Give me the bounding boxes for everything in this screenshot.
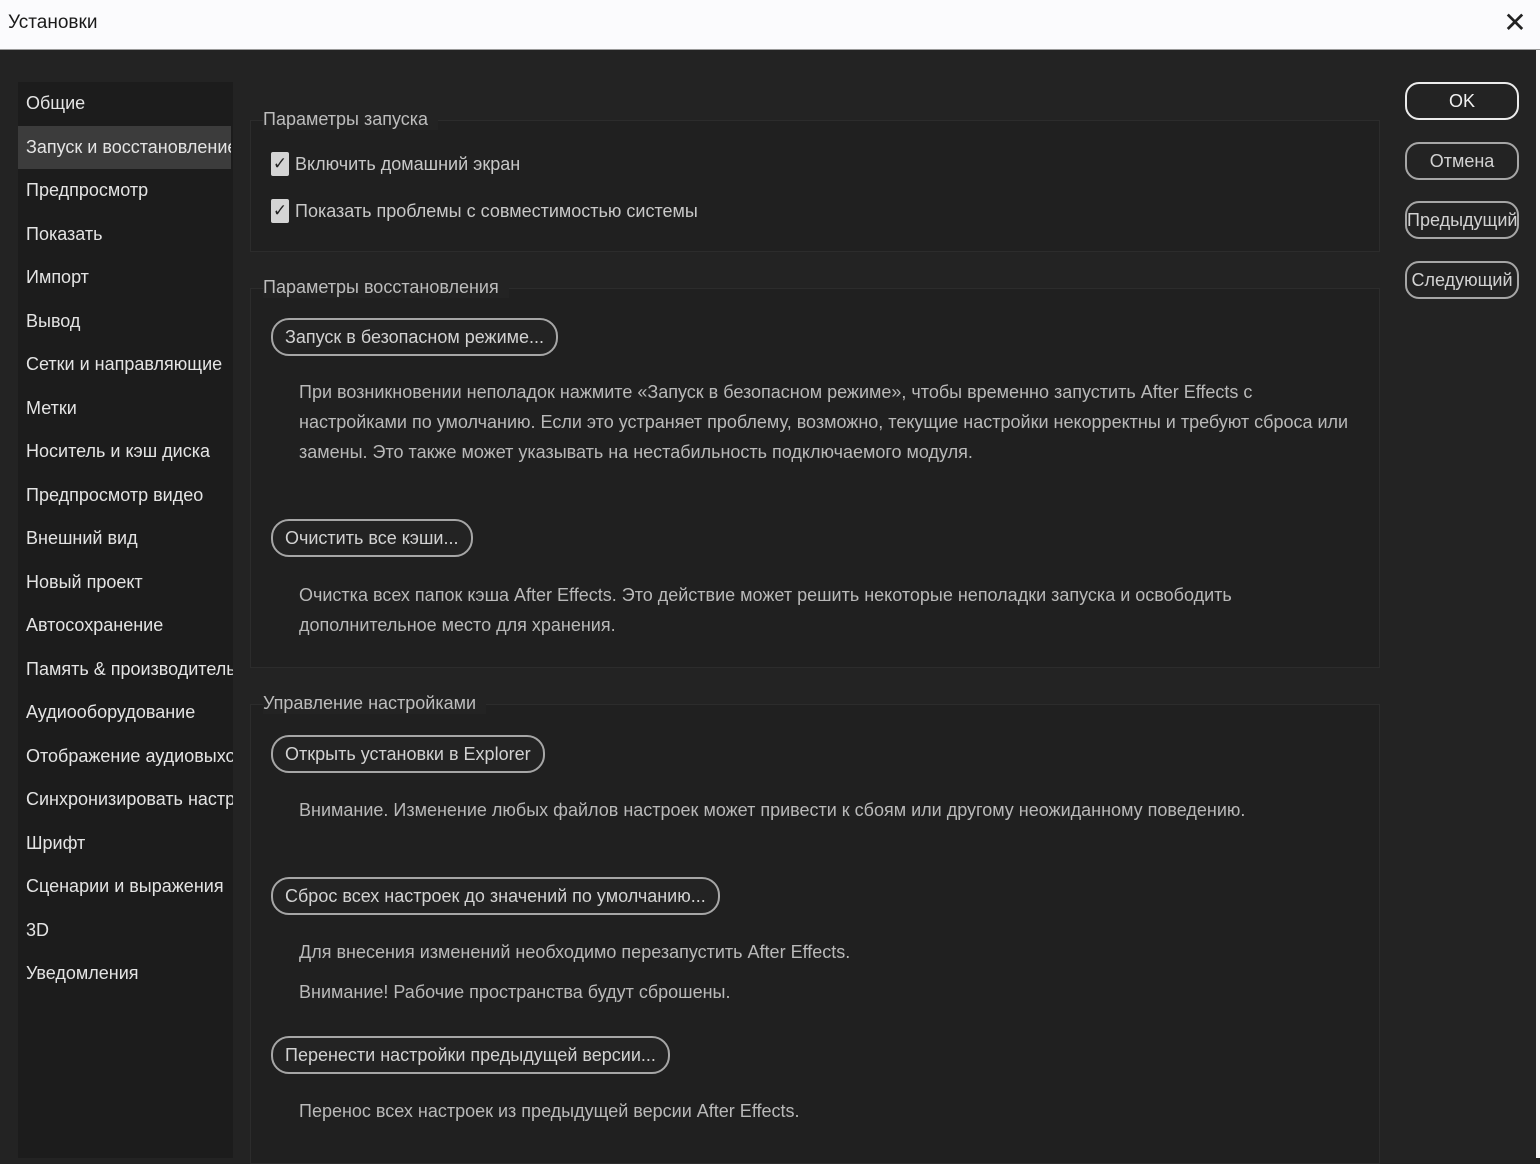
clear-caches-description: Очистка всех папок кэша After Effects. Э… — [299, 585, 1232, 635]
sidebar-item-memory-performance[interactable]: Память & производительность — [18, 648, 233, 692]
category-sidebar: Общие Запуск и восстановление Предпросмо… — [18, 82, 233, 1158]
sidebar-item-notifications[interactable]: Уведомления — [18, 952, 233, 996]
migrate-settings-description: Перенос всех настроек из предыдущей верс… — [299, 1101, 800, 1121]
sidebar-item-auto-save[interactable]: Автосохранение — [18, 604, 233, 648]
next-button[interactable]: Следующий — [1405, 261, 1519, 299]
window-edge — [1536, 50, 1540, 1158]
sidebar-item-display[interactable]: Показать — [18, 213, 233, 257]
ok-button[interactable]: OK — [1405, 82, 1519, 120]
sidebar-item-output[interactable]: Вывод — [18, 300, 233, 344]
reset-workspaces-warning: Внимание! Рабочие пространства будут сбр… — [299, 982, 731, 1002]
enable-home-screen-row[interactable]: ✓ Включить домашний экран — [271, 151, 520, 177]
safe-mode-button[interactable]: Запуск в безопасном режиме... — [271, 318, 559, 356]
enable-home-screen-label: Включить домашний экран — [295, 153, 521, 174]
show-compat-issues-row[interactable]: ✓ Показать проблемы с совместимостью сис… — [271, 198, 698, 224]
clear-caches-button[interactable]: Очистить все кэши... — [271, 519, 473, 557]
sidebar-item-startup-repair[interactable]: Запуск и восстановление — [18, 125, 231, 169]
manage-settings-legend: Управление настройками — [263, 693, 487, 714]
sidebar-item-3d[interactable]: 3D — [18, 909, 233, 953]
sidebar-item-new-project[interactable]: Новый проект — [18, 561, 233, 605]
show-compat-issues-label: Показать проблемы с совместимостью систе… — [295, 200, 698, 221]
sidebar-item-audio-output-mapping[interactable]: Отображение аудиовыхода — [18, 735, 233, 779]
reset-restart-note: Для внесения изменений необходимо переза… — [299, 942, 851, 962]
sidebar-item-appearance[interactable]: Внешний вид — [18, 517, 233, 561]
cancel-button[interactable]: Отмена — [1405, 142, 1519, 180]
open-explorer-description: Внимание. Изменение любых файлов настрое… — [299, 800, 1246, 820]
title-bar: Установки ✕ — [0, 0, 1540, 50]
sidebar-item-media-disk-cache[interactable]: Носитель и кэш диска — [18, 430, 233, 474]
close-icon[interactable]: ✕ — [1500, 6, 1530, 40]
window-title: Установки — [8, 12, 98, 33]
enable-home-screen-checkbox[interactable]: ✓ — [271, 152, 289, 176]
recovery-options-group: Параметры восстановления Запуск в безопа… — [250, 277, 1380, 668]
manage-settings-group: Управление настройками Открыть установки… — [250, 693, 1380, 1164]
sidebar-item-type[interactable]: Шрифт — [18, 822, 233, 866]
sidebar-item-grids-guides[interactable]: Сетки и направляющие — [18, 343, 233, 387]
reset-settings-button[interactable]: Сброс всех настроек до значений по умолч… — [271, 877, 720, 915]
sidebar-item-general[interactable]: Общие — [18, 82, 233, 126]
launch-options-group: Параметры запуска ✓ Включить домашний эк… — [250, 109, 1380, 252]
sidebar-item-labels[interactable]: Метки — [18, 387, 233, 431]
migrate-settings-button[interactable]: Перенести настройки предыдущей версии... — [271, 1036, 670, 1074]
sidebar-item-scripting-expressions[interactable]: Сценарии и выражения — [18, 865, 233, 909]
show-compat-issues-checkbox[interactable]: ✓ — [271, 199, 289, 223]
sidebar-item-previews[interactable]: Предпросмотр — [18, 169, 233, 213]
previous-button[interactable]: Предыдущий — [1405, 201, 1519, 239]
safe-mode-description: При возникновении неполадок нажмите «Зап… — [299, 382, 1349, 462]
sidebar-item-audio-hardware[interactable]: Аудиооборудование — [18, 691, 233, 735]
open-explorer-button[interactable]: Открыть установки в Explorer — [271, 735, 545, 773]
sidebar-item-import[interactable]: Импорт — [18, 256, 233, 300]
recovery-options-legend: Параметры восстановления — [263, 277, 509, 298]
sidebar-item-video-preview[interactable]: Предпросмотр видео — [18, 474, 233, 518]
launch-options-legend: Параметры запуска — [263, 109, 439, 130]
settings-panel: Параметры запуска ✓ Включить домашний эк… — [248, 82, 1382, 1164]
sidebar-item-sync-settings[interactable]: Синхронизировать настройки — [18, 778, 233, 822]
